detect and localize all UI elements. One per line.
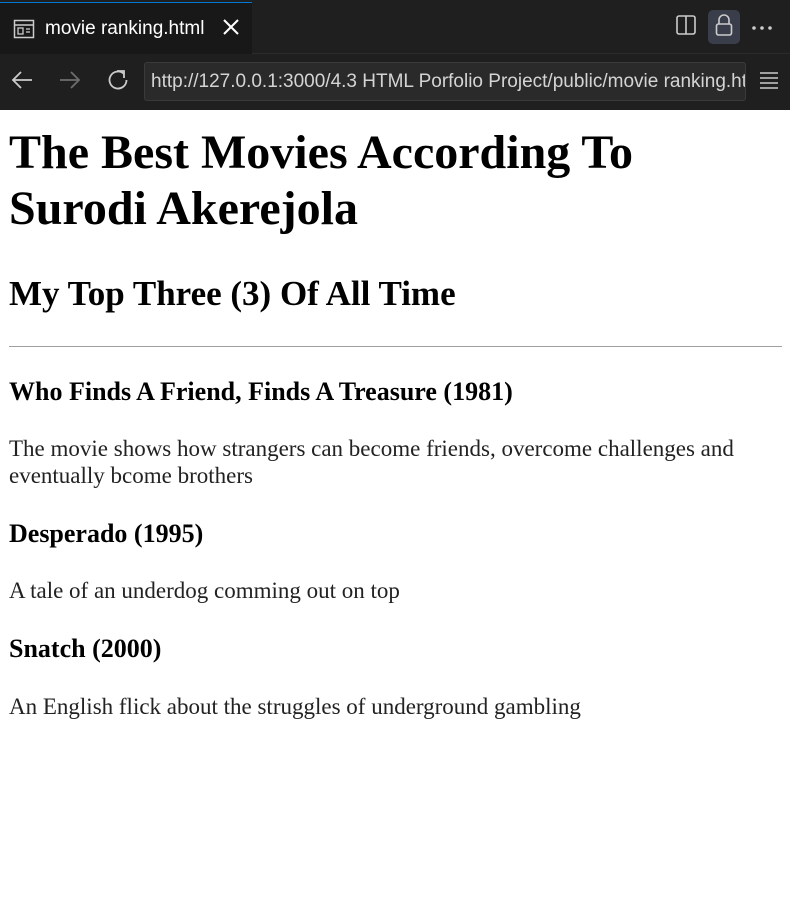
more-actions-button[interactable]	[746, 10, 778, 44]
movie-description: The movie shows how strangers can become…	[9, 436, 734, 488]
back-arrow-icon	[10, 70, 34, 95]
tab-movie-ranking[interactable]: movie ranking.html	[0, 2, 252, 54]
close-icon[interactable]	[221, 16, 241, 38]
url-input[interactable]: http://127.0.0.1:3000/4.3 HTML Porfolio …	[144, 62, 746, 101]
page-title: The Best Movies According To Surodi Aker…	[9, 126, 634, 235]
split-editor-icon	[675, 14, 697, 41]
split-editor-button[interactable]	[670, 10, 702, 44]
lock-group-button[interactable]	[708, 10, 740, 44]
movie-title: Who Finds A Friend, Finds A Treasure (19…	[9, 377, 513, 406]
section-heading: My Top Three (3) Of All Time	[9, 274, 456, 313]
divider	[9, 346, 782, 347]
page-content: The Best Movies According To Surodi Aker…	[0, 125, 790, 720]
reload-button[interactable]	[104, 68, 132, 96]
more-icon	[751, 18, 773, 36]
editor-tab-bar: movie ranking.html	[0, 0, 790, 54]
movie-title: Desperado (1995)	[9, 519, 204, 548]
browser-nav-bar: http://127.0.0.1:3000/4.3 HTML Porfolio …	[0, 54, 790, 110]
preview-page-icon	[13, 19, 35, 39]
tab-actions	[670, 10, 778, 44]
movie-description: A tale of an underdog comming out on top	[9, 578, 400, 603]
back-button[interactable]	[8, 68, 36, 96]
forward-button[interactable]	[56, 68, 84, 96]
forward-arrow-icon	[58, 70, 82, 95]
movie-title: Snatch (2000)	[9, 634, 162, 663]
tab-title: movie ranking.html	[45, 17, 205, 39]
menu-icon	[758, 72, 780, 98]
movie-description: An English flick about the struggles of …	[9, 694, 581, 719]
menu-button[interactable]	[758, 68, 780, 94]
lock-icon	[714, 13, 734, 42]
reload-icon	[106, 68, 130, 97]
